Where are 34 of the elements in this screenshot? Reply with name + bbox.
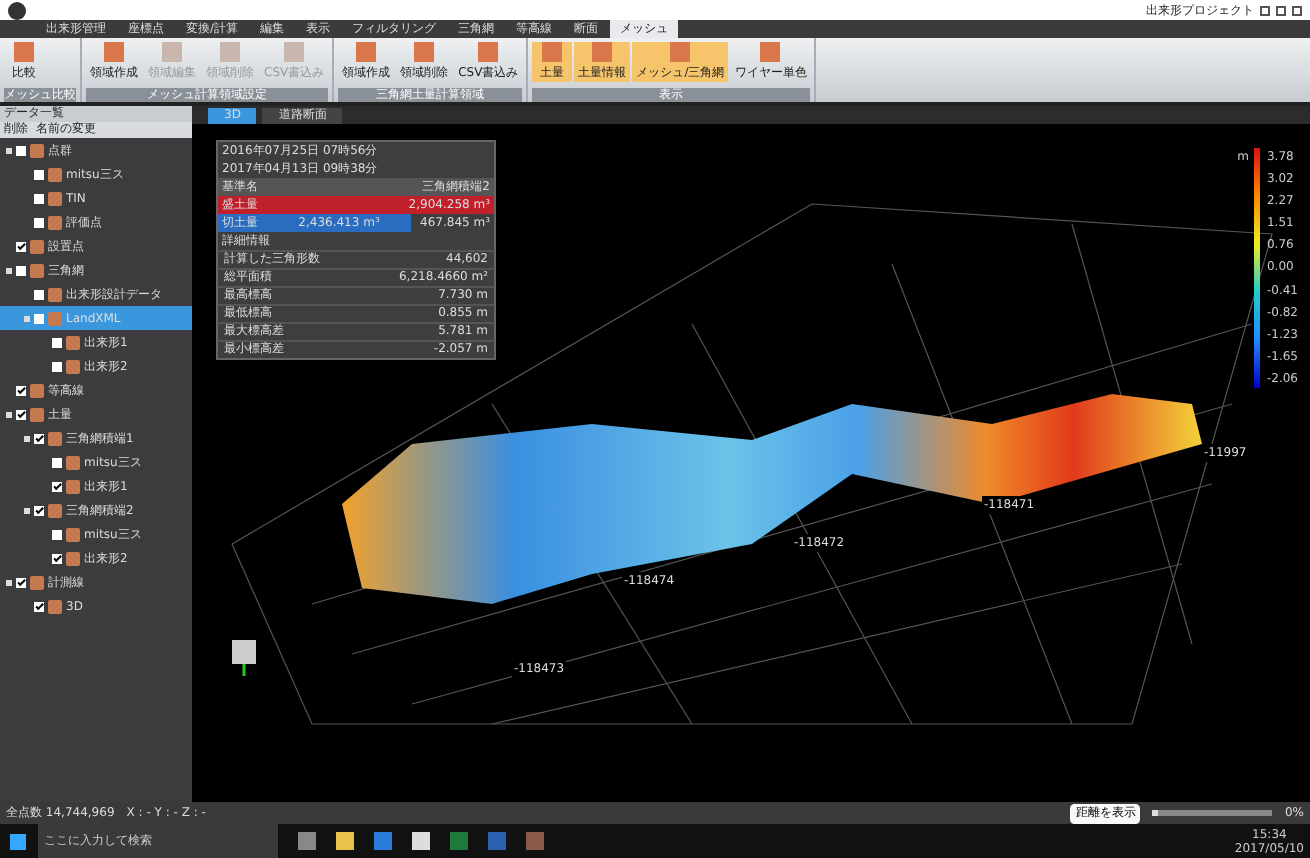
checkbox[interactable]	[52, 481, 62, 491]
checkbox[interactable]	[16, 385, 26, 395]
expander-icon[interactable]	[6, 147, 12, 153]
expander-icon[interactable]	[6, 267, 12, 273]
checkbox[interactable]	[52, 457, 62, 467]
checkbox[interactable]	[16, 409, 26, 419]
checkbox[interactable]	[52, 529, 62, 539]
checkbox[interactable]	[34, 313, 44, 323]
checkbox[interactable]	[34, 601, 44, 611]
slider-fill[interactable]	[1152, 810, 1159, 816]
checkbox[interactable]	[34, 433, 44, 443]
checkbox[interactable]	[16, 265, 26, 275]
checkbox[interactable]	[52, 553, 62, 563]
checkbox[interactable]	[34, 289, 44, 299]
expander-icon[interactable]	[24, 435, 30, 441]
checkbox[interactable]	[16, 145, 26, 155]
expander-icon[interactable]	[6, 579, 12, 585]
zoom-slider[interactable]	[1152, 810, 1273, 816]
checkbox[interactable]	[34, 505, 44, 515]
minimize-icon[interactable]	[1260, 5, 1270, 15]
checkbox[interactable]	[34, 169, 44, 179]
axis-cube-drawing	[232, 640, 256, 676]
checkbox[interactable]	[52, 337, 62, 347]
expander-icon[interactable]	[24, 507, 30, 513]
checkbox[interactable]	[16, 577, 26, 587]
maximize-icon[interactable]	[1276, 5, 1286, 15]
checkbox[interactable]	[16, 241, 26, 251]
checkbox[interactable]	[34, 193, 44, 203]
expander-icon[interactable]	[6, 411, 12, 417]
windows-start-icon[interactable]	[10, 833, 26, 849]
app-logo-icon[interactable]	[8, 1, 26, 19]
checkbox[interactable]	[34, 217, 44, 227]
close-icon[interactable]	[1292, 5, 1302, 15]
checkbox[interactable]	[52, 361, 62, 371]
